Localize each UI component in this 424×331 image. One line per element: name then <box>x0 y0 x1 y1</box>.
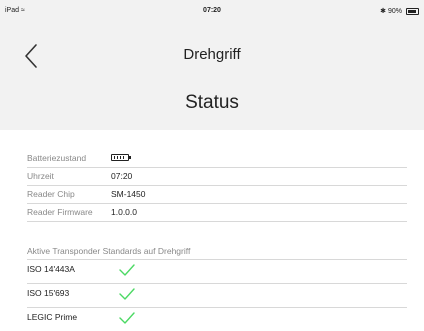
battery-label: Batteriezustand <box>27 153 87 163</box>
chip-value: SM-1450 <box>111 189 146 199</box>
list-item: ISO 15'693 <box>27 284 407 308</box>
status-battery-icon <box>406 7 419 15</box>
nav-title: Drehgriff <box>183 46 241 63</box>
info-row-battery: Batteriezustand <box>27 150 407 168</box>
checkmark-icon <box>119 288 135 300</box>
list-item: ISO 14'443A <box>27 260 407 284</box>
battery-icon <box>111 154 131 161</box>
status-right: ✱ 90% <box>380 7 419 15</box>
status-bar: iPad ≈ 07:20 ✱ 90% <box>0 0 424 22</box>
info-row-time: Uhrzeit 07:20 <box>27 168 407 186</box>
checkmark-icon <box>119 312 135 324</box>
list-item: LEGIC Prime <box>27 308 407 331</box>
transponder-list: ISO 14'443A ISO 15'693 LEGIC Prime <box>27 260 407 331</box>
info-table: Batteriezustand Uhrzeit 07:20 Reader Chi… <box>27 150 407 222</box>
battery-percent: 90% <box>387 7 402 15</box>
firmware-label: Reader Firmware <box>27 207 93 217</box>
firmware-value: 1.0.0.0 <box>111 207 137 217</box>
checkmark-icon <box>119 264 135 276</box>
bluetooth-icon: ✱ <box>380 8 386 15</box>
page-title: Status <box>185 92 239 113</box>
transponder-label: LEGIC Prime <box>27 312 78 322</box>
transponder-section-title: Aktive Transponder Standards auf Drehgri… <box>27 246 191 256</box>
info-row-chip: Reader Chip SM-1450 <box>27 186 407 204</box>
time-label: Uhrzeit <box>27 171 54 181</box>
transponder-label: ISO 15'693 <box>27 288 70 298</box>
navigation-header: Drehgriff Status <box>0 22 424 130</box>
transponder-label: ISO 14'443A <box>27 264 75 274</box>
time-value: 07:20 <box>111 171 133 181</box>
clock: 07:20 <box>203 7 221 14</box>
chip-label: Reader Chip <box>27 189 75 199</box>
info-row-firmware: Reader Firmware 1.0.0.0 <box>27 204 407 222</box>
